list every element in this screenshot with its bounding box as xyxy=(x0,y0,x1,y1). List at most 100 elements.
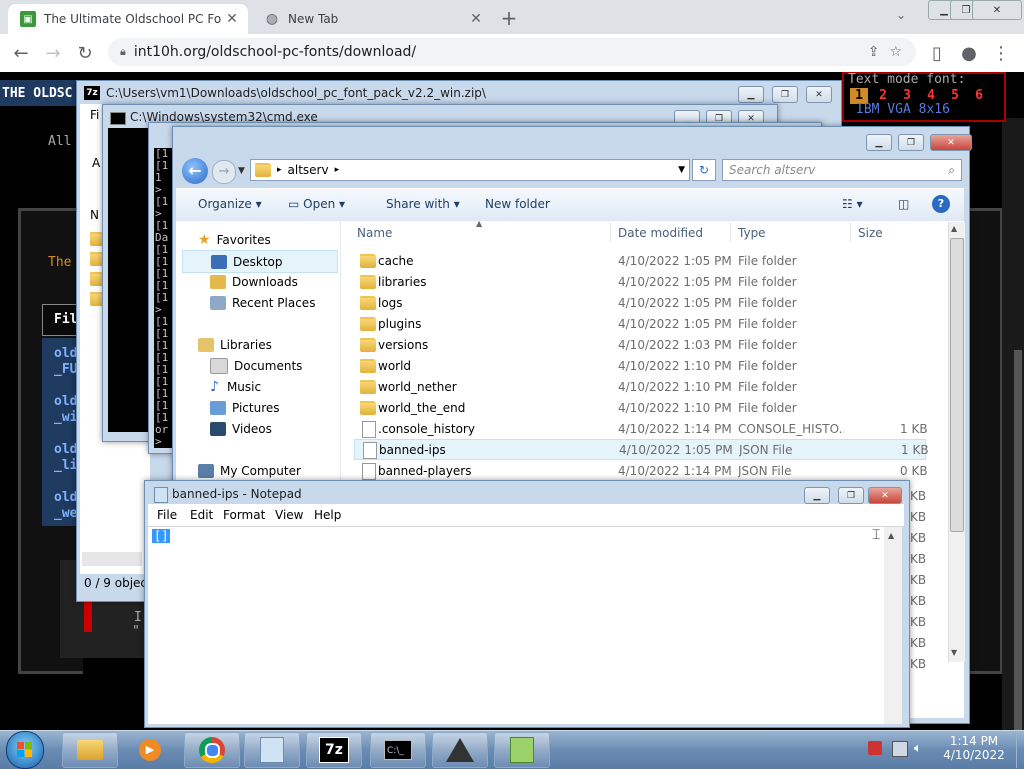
reload-icon[interactable]: ↻ xyxy=(72,40,98,66)
new-folder-button[interactable]: New folder xyxy=(485,197,550,211)
zip-toolbar-add[interactable]: A xyxy=(92,156,100,170)
zip-close-button[interactable]: ✕ xyxy=(806,86,832,103)
notepad-vertical-scrollbar[interactable] xyxy=(884,527,902,724)
preview-pane-icon[interactable]: ◫ xyxy=(898,197,909,211)
notepad-menu-file[interactable]: File xyxy=(157,508,177,522)
window-close-button[interactable]: ✕ xyxy=(972,0,1022,20)
tab-oldschool-fonts[interactable]: ▣ The Ultimate Oldschool PC Font ✕ xyxy=(8,4,248,34)
taskbar-clock[interactable]: 1:14 PM 4/10/2022 xyxy=(936,734,1012,762)
nav-documents[interactable]: Documents xyxy=(210,355,302,376)
file-row[interactable]: plugins 4/10/2022 1:05 PM File folder xyxy=(350,313,930,334)
file-row[interactable]: .console_history 4/10/2022 1:14 PM CONSOLE… xyxy=(350,418,930,439)
notepad-maximize-button[interactable]: ❐ xyxy=(838,487,864,504)
notepad-close-button[interactable]: ✕ xyxy=(868,487,902,504)
site-list-item[interactable]: _we xyxy=(54,506,77,521)
back-button[interactable]: ← xyxy=(182,158,208,184)
explorer-scrollbar-thumb[interactable] xyxy=(950,238,964,532)
taskbar-chrome[interactable] xyxy=(184,732,240,768)
scroll-up-arrow-icon[interactable]: ▲ xyxy=(951,224,957,233)
network-icon[interactable] xyxy=(892,741,908,757)
profile-avatar-icon[interactable]: ● xyxy=(956,40,982,66)
recent-locations-chevron-icon[interactable]: ▼ xyxy=(238,166,245,176)
file-row[interactable]: libraries 4/10/2022 1:05 PM File folder xyxy=(350,271,930,292)
notepad-menu-edit[interactable]: Edit xyxy=(190,508,213,522)
tab-search-chevron-icon[interactable]: ⌄ xyxy=(896,8,906,22)
taskbar-explorer[interactable] xyxy=(62,732,118,768)
column-header-type[interactable]: Type xyxy=(738,226,766,240)
action-center-flag-icon[interactable] xyxy=(868,741,882,755)
nav-libraries[interactable]: Libraries xyxy=(198,334,272,355)
volume-icon[interactable]: 🔈︎ xyxy=(914,741,928,756)
file-row[interactable]: versions 4/10/2022 1:03 PM File folder xyxy=(350,334,930,355)
site-list-item[interactable]: _li xyxy=(54,458,77,473)
file-row[interactable]: world_nether 4/10/2022 1:10 PM File folder xyxy=(350,376,930,397)
zip-horizontal-scrollbar[interactable] xyxy=(82,552,142,566)
file-row[interactable]: logs 4/10/2022 1:05 PM File folder xyxy=(350,292,930,313)
column-header-name[interactable]: Name xyxy=(357,226,392,240)
column-divider[interactable] xyxy=(850,222,851,242)
menu-kebab-icon[interactable]: ⋮ xyxy=(988,40,1014,66)
nav-pictures[interactable]: Pictures xyxy=(210,397,280,418)
show-desktop-button[interactable] xyxy=(1016,731,1024,768)
zip-col-name[interactable]: N xyxy=(90,208,99,222)
notepad-menu-format[interactable]: Format xyxy=(223,508,265,522)
view-options-icon[interactable]: ☷ ▾ xyxy=(842,197,863,211)
notepad-menu-help[interactable]: Help xyxy=(314,508,341,522)
zip-maximize-button[interactable]: ❐ xyxy=(772,86,798,103)
file-row[interactable]: cache 4/10/2022 1:05 PM File folder xyxy=(350,250,930,271)
explorer-minimize-button[interactable]: ▁ xyxy=(866,134,892,151)
file-row-selected[interactable]: banned-ips 4/10/2022 1:05 PM JSON File 1 KB xyxy=(354,439,929,460)
notepad-text-area[interactable] xyxy=(148,527,884,724)
search-icon[interactable]: ⌕ xyxy=(948,163,955,178)
forward-arrow-icon[interactable]: → xyxy=(40,40,66,66)
taskbar-notepadpp[interactable] xyxy=(494,732,550,768)
site-scrollbar-thumb[interactable] xyxy=(1014,350,1022,730)
help-icon[interactable]: ? xyxy=(932,195,950,213)
taskbar-cmd[interactable]: C:\_ xyxy=(370,732,426,768)
open-button[interactable]: ▭ Open ▾ xyxy=(288,197,345,211)
taskbar-7zip[interactable]: 7z xyxy=(306,732,362,768)
file-row[interactable]: world_the_end 4/10/2022 1:10 PM File folde… xyxy=(350,397,930,418)
tab-new-tab[interactable]: ◍ New Tab ✕ xyxy=(252,4,492,34)
share-with-button[interactable]: Share with ▾ xyxy=(386,197,460,211)
nav-music[interactable]: ♪ Music xyxy=(210,376,261,397)
taskbar-media-player[interactable]: ▶ xyxy=(122,732,178,768)
notepad-minimize-button[interactable]: ▁ xyxy=(804,487,830,504)
taskbar-java[interactable] xyxy=(432,732,488,768)
address-dropdown-icon[interactable]: ▼ xyxy=(678,165,685,175)
file-row[interactable]: banned-players 4/10/2022 1:14 PM JSON File… xyxy=(350,460,930,481)
scroll-up-arrow-icon[interactable]: ▲ xyxy=(888,531,894,540)
address-bar[interactable]: 🔒︎ int10h.org/oldschool-pc-fonts/downloa… xyxy=(108,38,916,66)
nav-recent-places[interactable]: Recent Places xyxy=(210,292,315,313)
explorer-search-input[interactable]: Search altserv ⌕ xyxy=(722,159,962,181)
text-mode-option-6[interactable]: 6 xyxy=(970,88,988,104)
breadcrumb-altserv[interactable]: altserv xyxy=(288,163,329,177)
site-list-item[interactable]: _FU xyxy=(54,362,77,377)
site-list-item[interactable]: _wi xyxy=(54,410,77,425)
notepad-menu-view[interactable]: View xyxy=(275,508,303,522)
back-arrow-icon[interactable]: ← xyxy=(8,40,34,66)
column-divider[interactable] xyxy=(730,222,731,242)
nav-desktop[interactable]: Desktop xyxy=(182,250,338,273)
refresh-icon[interactable]: ↻ xyxy=(692,159,716,181)
site-list-item[interactable]: old xyxy=(54,394,77,409)
column-header-date[interactable]: Date modified xyxy=(618,226,703,240)
organize-button[interactable]: Organize ▾ xyxy=(198,197,262,211)
close-tab-icon[interactable]: ✕ xyxy=(222,11,242,27)
nav-favorites[interactable]: ★ Favorites xyxy=(198,229,271,250)
nav-downloads[interactable]: Downloads xyxy=(210,271,298,292)
close-tab-icon[interactable]: ✕ xyxy=(466,11,486,27)
explorer-maximize-button[interactable]: ❐ xyxy=(898,134,924,151)
taskbar-notepad[interactable] xyxy=(244,732,300,768)
new-tab-button[interactable]: + xyxy=(498,6,520,30)
zip-minimize-button[interactable]: ▁ xyxy=(738,86,764,103)
side-panel-icon[interactable]: ▯ xyxy=(924,40,950,66)
nav-videos[interactable]: Videos xyxy=(210,418,272,439)
nav-my-computer[interactable]: My Computer xyxy=(198,460,301,481)
notepad-selected-text[interactable]: [] xyxy=(152,529,171,543)
column-header-size[interactable]: Size xyxy=(858,226,883,240)
site-list-item[interactable]: old xyxy=(54,346,77,361)
forward-button[interactable]: → xyxy=(212,160,236,184)
explorer-close-button[interactable]: ✕ xyxy=(930,134,972,151)
explorer-address-bar[interactable]: ▸ altserv ▸ ▼ xyxy=(250,159,690,181)
